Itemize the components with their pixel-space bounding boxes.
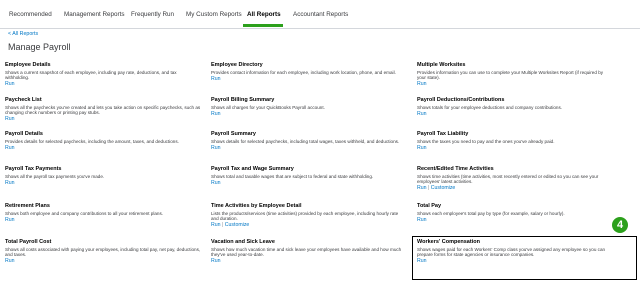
tab-management-reports[interactable]: Management Reports [64, 11, 125, 18]
run-link[interactable]: Run [5, 217, 15, 223]
report-description: Shows details for selected paychecks, in… [211, 138, 400, 144]
report-description: Provides details for selected paychecks,… [5, 138, 179, 144]
report-item: Recent/Edited Time Activities Shows time… [417, 166, 613, 192]
report-description: Shows totals for your employee deduction… [417, 104, 563, 110]
tab-accountant-reports[interactable]: Accountant Reports [293, 11, 348, 18]
page-title: Manage Payroll [8, 42, 71, 52]
step-number-badge: 4 [612, 217, 628, 233]
link-separator: | [427, 185, 430, 192]
tab-all-reports[interactable]: All Reports [247, 11, 281, 18]
report-description: Shows time activities (time activities, … [417, 173, 599, 185]
report-title[interactable]: Employee Directory [211, 62, 407, 69]
run-link[interactable]: Run [417, 111, 427, 117]
report-item: Payroll Summary Shows details for select… [211, 131, 407, 151]
report-tabs: Recommended Management Reports Frequentl… [0, 0, 640, 29]
report-title[interactable]: Total Payroll Cost [5, 239, 201, 246]
run-link[interactable]: Run [211, 258, 221, 264]
report-title[interactable]: Retirement Plans [5, 203, 201, 210]
report-item: Total Payroll Cost Shows all costs assoc… [5, 239, 201, 265]
report-item: Total Pay Shows each employee's total pa… [417, 203, 613, 223]
report-description: Shows all charges for your QuickBooks Pa… [211, 104, 325, 110]
run-link[interactable]: Run [417, 81, 427, 87]
run-link[interactable]: Run [5, 145, 15, 151]
report-description: Shows all costs associated with paying y… [5, 246, 201, 258]
report-title[interactable]: Payroll Details [5, 131, 201, 138]
report-item: Payroll Details Provides details for sel… [5, 131, 201, 151]
active-tab-indicator [243, 24, 283, 27]
run-link[interactable]: Run [5, 81, 15, 87]
run-link[interactable]: Run [211, 111, 221, 117]
report-item: Payroll Billing Summary Shows all charge… [211, 97, 407, 117]
report-description: Shows a current snapshot of each employe… [5, 69, 177, 81]
back-to-all-reports-link[interactable]: < All Reports [8, 31, 38, 37]
report-description: Shows both employee and company contribu… [5, 210, 164, 216]
run-link[interactable]: Run [5, 258, 15, 264]
report-description: Provides information you can use to comp… [417, 69, 604, 81]
customize-link[interactable]: Customize [431, 185, 456, 191]
report-title[interactable]: Vacation and Sick Leave [211, 239, 407, 246]
run-link[interactable]: Run [5, 116, 15, 122]
report-item: Payroll Deductions/Contributions Shows t… [417, 97, 613, 117]
report-title[interactable]: Recent/Edited Time Activities [417, 166, 613, 173]
report-description: Shows all the payroll tax payments you'v… [5, 173, 105, 179]
report-title[interactable]: Paycheck List [5, 97, 201, 104]
run-link[interactable]: Run [211, 145, 221, 151]
report-item: Retirement Plans Shows both employee and… [5, 203, 201, 223]
report-title[interactable]: Multiple Worksites [417, 62, 613, 69]
run-link[interactable]: Run [417, 217, 427, 223]
report-description: Provides contact information for each em… [211, 69, 396, 75]
report-item: Multiple Worksites Provides information … [417, 62, 613, 88]
highlight-box [412, 236, 637, 280]
tab-my-custom-reports[interactable]: My Custom Reports [186, 11, 242, 18]
run-link[interactable]: Run [417, 145, 427, 151]
report-title[interactable]: Payroll Tax and Wage Summary [211, 166, 407, 173]
report-item: Payroll Tax Payments Shows all the payro… [5, 166, 201, 186]
report-item: Employee Details Shows a current snapsho… [5, 62, 201, 88]
report-title[interactable]: Payroll Summary [211, 131, 407, 138]
run-link[interactable]: Run [417, 185, 427, 191]
tab-recommended[interactable]: Recommended [9, 11, 52, 18]
report-description: Lists the products/services (time activi… [211, 210, 399, 222]
report-title[interactable]: Payroll Billing Summary [211, 97, 407, 104]
customize-link[interactable]: Customize [225, 222, 250, 228]
tab-frequently-run[interactable]: Frequently Run [131, 11, 174, 18]
report-description: Shows all the paychecks you've created a… [5, 104, 201, 116]
report-item: Paycheck List Shows all the paychecks yo… [5, 97, 201, 123]
report-title[interactable]: Employee Details [5, 62, 201, 69]
report-description: Shows each employee's total pay by type … [417, 210, 565, 216]
report-item: Payroll Tax Liability Shows the taxes yo… [417, 131, 613, 151]
report-item: Payroll Tax and Wage Summary Shows total… [211, 166, 407, 186]
run-link[interactable]: Run [5, 180, 15, 186]
report-title[interactable]: Payroll Tax Liability [417, 131, 613, 138]
link-separator: | [221, 222, 224, 229]
report-item: Vacation and Sick Leave Shows how much v… [211, 239, 407, 265]
report-description: Shows how much vacation time and sick le… [211, 246, 402, 258]
report-title[interactable]: Time Activities by Employee Detail [211, 203, 407, 210]
report-item: Time Activities by Employee Detail Lists… [211, 203, 407, 229]
run-link[interactable]: Run [211, 180, 221, 186]
report-item: Employee Directory Provides contact info… [211, 62, 407, 82]
report-title[interactable]: Payroll Tax Payments [5, 166, 201, 173]
report-title[interactable]: Total Pay [417, 203, 613, 210]
run-link[interactable]: Run [211, 76, 221, 82]
report-description: Shows the taxes you need to pay and the … [417, 138, 555, 144]
run-link[interactable]: Run [211, 222, 221, 228]
report-description: Shows total and taxable wages that are s… [211, 173, 374, 179]
report-title[interactable]: Payroll Deductions/Contributions [417, 97, 613, 104]
